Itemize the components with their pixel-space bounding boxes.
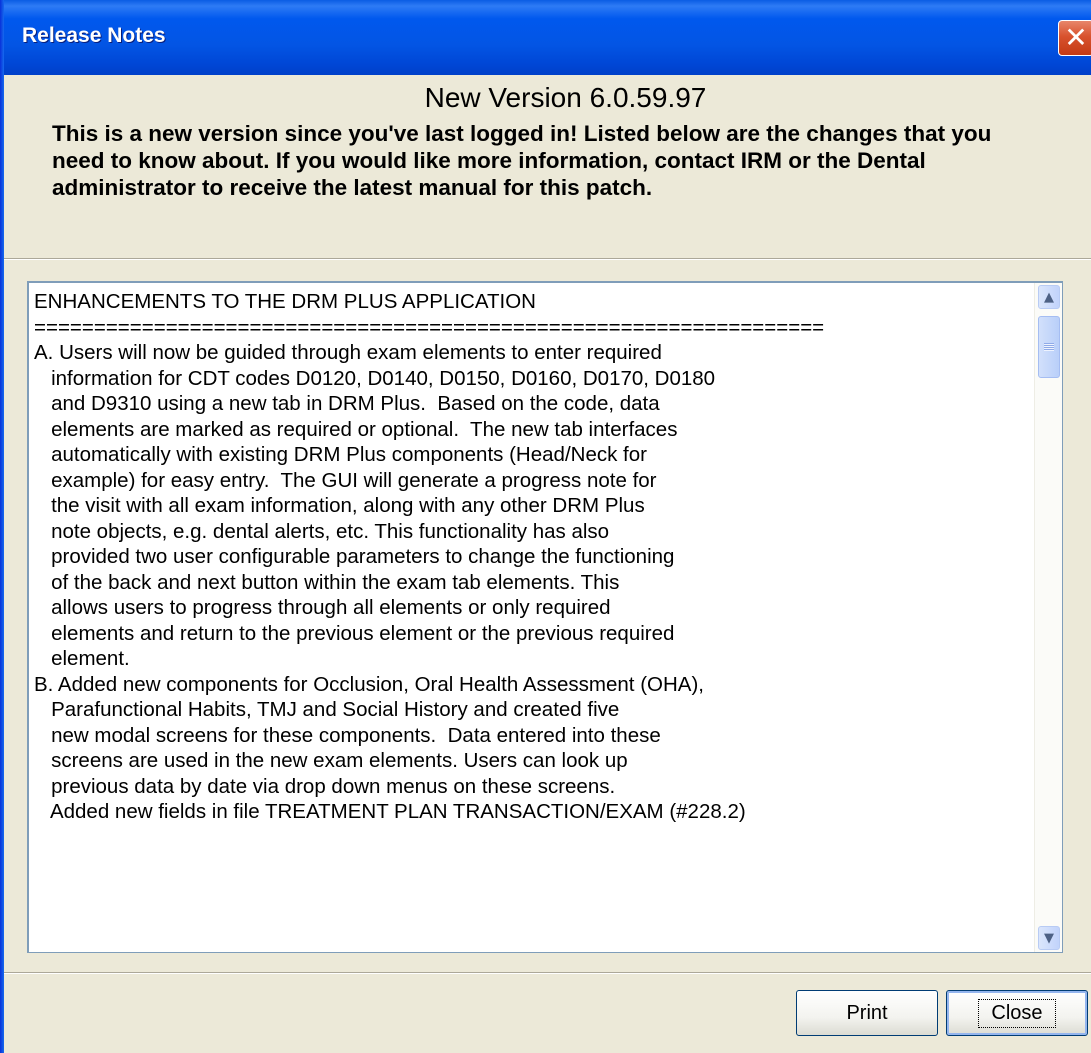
note-line: Parafunctional Habits, TMJ and Social Hi… xyxy=(34,698,620,721)
note-line: new modal screens for these components. … xyxy=(34,723,661,747)
note-line: automatically with existing DRM Plus com… xyxy=(34,443,647,466)
arrow-up-icon: ▲ xyxy=(1044,289,1054,305)
vertical-scrollbar[interactable]: ▲ ▼ xyxy=(1034,283,1062,952)
note-line: of the back and next button within the e… xyxy=(34,570,620,594)
header-divider xyxy=(4,258,1091,260)
title-bar[interactable]: Release Notes ✕ xyxy=(0,0,1091,75)
arrow-down-icon: ▼ xyxy=(1044,930,1054,946)
release-notes-window: Release Notes ✕ New Version 6.0.59.97 Th… xyxy=(0,0,1091,1053)
note-line: note objects, e.g. dental alerts, etc. T… xyxy=(34,519,610,543)
close-button[interactable]: Close xyxy=(946,990,1088,1036)
window-frame-left xyxy=(0,0,4,1053)
release-notes-textbox[interactable]: ENHANCEMENTS TO THE DRM PLUS APPLICATION… xyxy=(27,281,1063,953)
close-button-label: Close xyxy=(978,998,1056,1028)
print-button-label: Print xyxy=(846,1001,888,1024)
intro-text: This is a new version since you've last … xyxy=(52,121,992,200)
grip-icon xyxy=(1044,343,1054,351)
note-line: provided two user configurable parameter… xyxy=(34,545,675,568)
close-window-button[interactable]: ✕ xyxy=(1058,20,1091,56)
note-line: B. Added new components for Occlusion, O… xyxy=(34,672,704,696)
scroll-thumb[interactable] xyxy=(1038,316,1060,378)
note-line: information for CDT codes D0120, D0140, … xyxy=(34,366,716,390)
window-title: Release Notes xyxy=(22,24,166,47)
scroll-up-button[interactable]: ▲ xyxy=(1038,285,1060,309)
footer-divider xyxy=(4,972,1091,974)
note-line: element. xyxy=(34,647,130,670)
note-line: Added new fields in file TREATMENT PLAN … xyxy=(34,800,746,823)
note-line: example) for easy entry. The GUI will ge… xyxy=(34,468,657,492)
note-line: the visit with all exam information, alo… xyxy=(34,494,645,517)
scroll-down-button[interactable]: ▼ xyxy=(1038,926,1060,950)
version-heading: New Version 6.0.59.97 xyxy=(424,82,707,113)
release-notes-text[interactable]: ENHANCEMENTS TO THE DRM PLUS APPLICATION… xyxy=(34,289,1034,825)
note-line: and D9310 using a new tab in DRM Plus. B… xyxy=(34,392,660,415)
note-line: allows users to progress through all ele… xyxy=(34,596,611,619)
note-line: elements and return to the previous elem… xyxy=(34,621,675,645)
note-line: ENHANCEMENTS TO THE DRM PLUS APPLICATION xyxy=(34,290,536,313)
note-line: previous data by date via drop down menu… xyxy=(34,774,616,798)
note-line: A. Users will now be guided through exam… xyxy=(34,341,662,364)
note-line: elements are marked as required or optio… xyxy=(34,417,678,441)
print-button[interactable]: Print xyxy=(796,990,938,1036)
note-line: ========================================… xyxy=(34,315,825,339)
close-icon: ✕ xyxy=(1064,21,1088,54)
note-line: screens are used in the new exam element… xyxy=(34,749,628,772)
